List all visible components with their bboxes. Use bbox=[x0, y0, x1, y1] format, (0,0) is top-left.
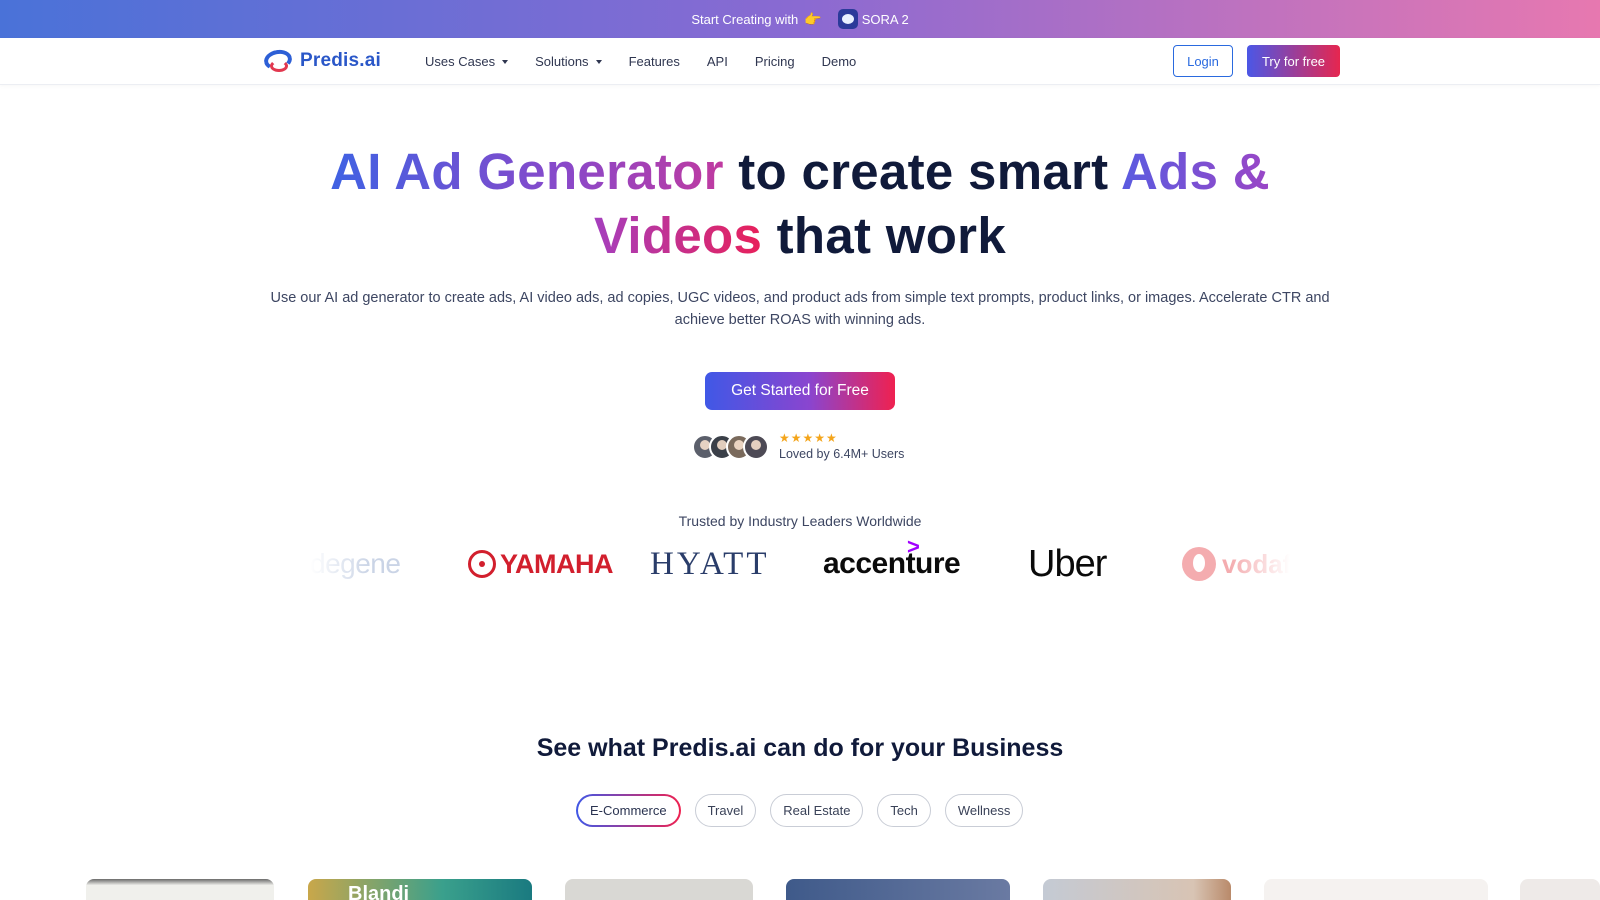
hero-title-highlight: Ads & bbox=[1121, 143, 1270, 200]
chevron-down-icon bbox=[502, 59, 509, 64]
main-menu: Uses Cases Solutions Features API Pricin… bbox=[425, 38, 883, 85]
sora-logo-icon bbox=[837, 9, 858, 29]
example-card[interactable]: Blandi bbox=[308, 879, 532, 900]
business-section-title: See what Predis.ai can do for your Busin… bbox=[536, 734, 1064, 762]
top-navbar: Predis.ai Uses Cases Solutions Features … bbox=[0, 38, 1600, 85]
example-card[interactable] bbox=[786, 879, 1010, 900]
hyatt-logo: HYATT bbox=[650, 545, 770, 582]
nav-item-solutions[interactable]: Solutions bbox=[535, 54, 602, 69]
yamaha-emblem-icon bbox=[468, 550, 496, 578]
tab-real-estate[interactable]: Real Estate bbox=[770, 794, 864, 827]
nav-item-use-cases[interactable]: Uses Cases bbox=[425, 54, 509, 69]
accenture-chevron-icon: > bbox=[907, 536, 920, 559]
tab-travel[interactable]: Travel bbox=[694, 794, 757, 827]
nav-item-features[interactable]: Features bbox=[629, 54, 680, 69]
example-card[interactable] bbox=[565, 879, 753, 900]
announcement-banner[interactable]: Start Creating with 👉 SORA 2 bbox=[0, 0, 1600, 38]
tab-e-commerce[interactable]: E-Commerce bbox=[576, 794, 681, 827]
social-proof: ★★★★★ Loved by 6.4M+ Users bbox=[692, 432, 904, 461]
nav-item-label: Features bbox=[628, 54, 680, 69]
example-card[interactable] bbox=[86, 879, 274, 900]
chevron-down-icon bbox=[595, 59, 602, 64]
example-card[interactable] bbox=[1264, 879, 1488, 900]
industry-tabs: E-Commerce Travel Real Estate Tech Welln… bbox=[576, 794, 1037, 827]
uber-logo: Uber bbox=[1028, 542, 1107, 585]
hero-title-highlight: AI Ad Generator bbox=[330, 143, 724, 200]
pointing-hand-icon: 👉 bbox=[804, 10, 822, 27]
predis-logo-icon bbox=[262, 47, 294, 74]
tab-tech[interactable]: Tech bbox=[877, 794, 931, 827]
hero-subtitle: Use our AI ad generator to create ads, A… bbox=[270, 290, 1330, 328]
client-logo-strip: degene YAMAHA HYATT accenture> Uber voda… bbox=[310, 536, 1290, 592]
nav-item-label: Uses Cases bbox=[425, 54, 496, 69]
example-card[interactable] bbox=[1520, 879, 1600, 900]
logo-fade-left bbox=[310, 536, 370, 592]
logo-fade-right bbox=[1230, 536, 1290, 592]
nav-item-demo[interactable]: Demo bbox=[822, 54, 857, 69]
avatar bbox=[743, 433, 769, 460]
nav-item-label: API bbox=[706, 54, 728, 69]
banner-text: Start Creating with bbox=[691, 11, 799, 27]
hero-title-text: that work bbox=[762, 207, 1006, 264]
banner-product: SORA 2 bbox=[861, 11, 909, 27]
nav-item-api[interactable]: API bbox=[707, 54, 728, 69]
yamaha-logo: YAMAHA bbox=[468, 536, 614, 592]
brand-logo-link[interactable]: Predis.ai bbox=[262, 47, 382, 74]
hero-title-text: to create smart bbox=[723, 143, 1122, 200]
nav-item-pricing[interactable]: Pricing bbox=[755, 54, 795, 69]
accenture-logo: accenture > bbox=[823, 536, 961, 580]
rating-block: ★★★★★ Loved by 6.4M+ Users bbox=[779, 431, 905, 462]
star-rating-icon: ★★★★★ bbox=[779, 431, 838, 445]
try-for-free-button[interactable]: Try for free bbox=[1247, 45, 1340, 77]
example-card[interactable] bbox=[1043, 879, 1231, 900]
vodafone-speechmark-icon bbox=[1182, 547, 1216, 581]
card-peek-text: Blandi bbox=[348, 883, 410, 900]
nav-item-label: Solutions bbox=[535, 54, 589, 69]
nav-item-label: Pricing bbox=[754, 54, 795, 69]
hero-title: AI Ad Generator to create smart Ads & Vi… bbox=[230, 140, 1370, 268]
login-button[interactable]: Login bbox=[1173, 45, 1233, 77]
hero-title-highlight: Videos bbox=[594, 207, 763, 264]
brand-name: Predis.ai bbox=[300, 50, 382, 71]
users-count-text: Loved by 6.4M+ Users bbox=[779, 447, 905, 461]
trusted-heading: Trusted by Industry Leaders Worldwide bbox=[678, 513, 922, 529]
tab-wellness[interactable]: Wellness bbox=[944, 794, 1024, 827]
user-avatars bbox=[692, 433, 769, 460]
nav-item-label: Demo bbox=[821, 54, 857, 69]
get-started-button[interactable]: Get Started for Free bbox=[705, 372, 895, 410]
